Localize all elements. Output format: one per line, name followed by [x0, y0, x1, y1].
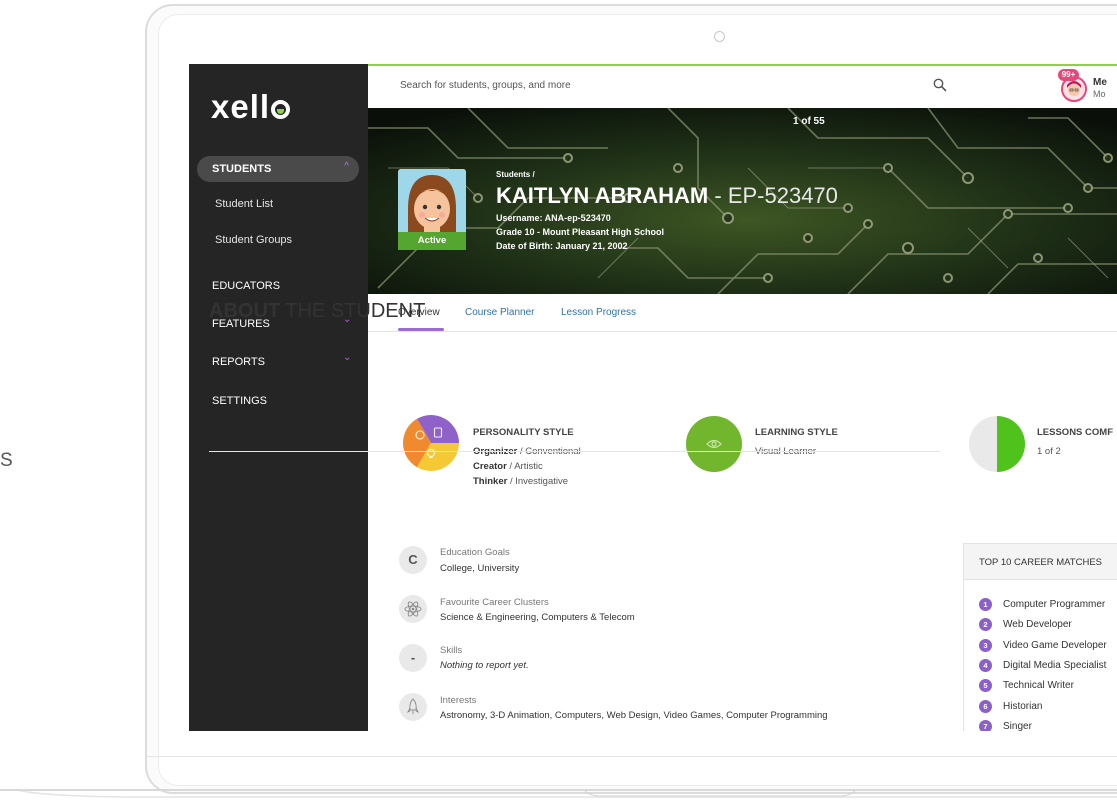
career-clusters-label: Favourite Career Clusters: [440, 597, 549, 608]
personality-style-title: PERSONALITY STYLE: [473, 427, 574, 438]
laptop-base: [0, 788, 1117, 798]
career-match-item[interactable]: Video Game Developer: [1003, 640, 1107, 651]
career-rank-badge: 3: [979, 638, 992, 652]
personality-line-3: Thinker / Investigative: [473, 476, 569, 487]
section-title-rest: THE STUDENT: [280, 300, 426, 322]
rocket-icon: [399, 693, 427, 721]
section-title-bold: ABOUT: [209, 300, 281, 322]
xello-logo[interactable]: xell: [211, 88, 291, 126]
sidebar-item-settings[interactable]: SETTINGS: [212, 395, 267, 407]
skills-label: Skills: [440, 645, 463, 656]
page-title: KAITLYN ABRAHAM - EP-523470: [496, 183, 838, 209]
laptop-chin-line: [146, 756, 1117, 757]
search-input[interactable]: [398, 79, 902, 92]
interests-label: Interests: [440, 695, 477, 706]
career-card-header: TOP 10 CAREER MATCHES: [964, 544, 1117, 580]
skills-value: Nothing to report yet.: [440, 660, 529, 671]
logo-o-icon: [271, 100, 291, 119]
career-rank-badge: 2: [979, 618, 992, 632]
career-matches-clip: TOP 10 CAREER MATCHES 1 Computer Programm…: [963, 543, 1117, 731]
breadcrumb[interactable]: Students /: [496, 170, 535, 179]
student-dob: Date of Birth: January 21, 2002: [496, 241, 628, 251]
student-username: Username: ANA-ep-523470: [496, 213, 611, 223]
career-rank-badge: 6: [979, 699, 992, 713]
user-subtitle: Mo: [1093, 89, 1106, 99]
sidebar-item-student-list[interactable]: Student List: [215, 198, 273, 210]
career-card-title: TOP 10 CAREER MATCHES: [979, 557, 1103, 568]
active-tab-indicator: [398, 328, 444, 331]
education-goals-icon: C: [399, 546, 427, 574]
career-match-item[interactable]: Web Developer: [1003, 619, 1072, 630]
progress-fill: [997, 416, 1025, 472]
tab-course-planner[interactable]: Course Planner: [465, 307, 534, 318]
tab-bar: Overview Course Planner Lesson Progress: [368, 294, 1117, 332]
career-matches-card: TOP 10 CAREER MATCHES 1 Computer Programm…: [963, 543, 1117, 731]
camera-icon: [714, 31, 725, 42]
logo-text: xell: [211, 88, 271, 125]
career-clusters-value: Science & Engineering, Computers & Telec…: [440, 612, 635, 623]
student-grade: Grade 10 - Mount Pleasant High School: [496, 227, 665, 237]
career-match-item[interactable]: Computer Programmer: [1003, 599, 1105, 610]
education-goals-value: College, University: [440, 563, 520, 574]
lessons-completed-value: 1 of 2: [1037, 446, 1061, 457]
personality-pie-chart: [403, 415, 459, 476]
student-pager[interactable]: 1 of 55: [793, 116, 825, 127]
notification-badge[interactable]: 99+: [1058, 69, 1079, 81]
career-rank-badge: 7: [979, 719, 992, 731]
learning-style-title: LEARNING STYLE: [755, 427, 838, 438]
student-name: KAITLYN ABRAHAM: [496, 183, 709, 208]
sidebar-item-educators[interactable]: EDUCATORS: [212, 280, 280, 292]
chevron-down-icon[interactable]: ⌄: [343, 352, 351, 363]
skills-icon: -: [399, 644, 427, 672]
career-match-item[interactable]: Digital Media Specialist: [1003, 660, 1106, 671]
sidebar-item-student-groups[interactable]: Student Groups: [215, 234, 292, 246]
section-divider: [209, 451, 940, 452]
career-match-item[interactable]: Historian: [1003, 701, 1042, 712]
career-match-item[interactable]: Singer: [1003, 721, 1032, 731]
top-bar: 99+ Me Mo: [368, 64, 1117, 108]
career-rank-badge: 4: [979, 658, 992, 672]
sidebar: xell STUDENTS ^ Student List Student Gro…: [189, 64, 368, 731]
tab-lesson-progress[interactable]: Lesson Progress: [561, 307, 636, 318]
interests-value: Astronomy, 3-D Animation, Computers, Web…: [440, 710, 828, 721]
sidebar-item-label: STUDENTS: [212, 163, 272, 175]
user-name[interactable]: Me: [1093, 77, 1107, 88]
career-match-item[interactable]: Technical Writer: [1003, 680, 1074, 691]
career-rank-badge: 1: [979, 598, 992, 611]
atom-icon: [399, 595, 427, 623]
sidebar-item-students[interactable]: STUDENTS ^: [197, 156, 359, 182]
student-id: - EP-523470: [708, 183, 838, 208]
sidebar-item-reports[interactable]: REPORTS: [212, 356, 265, 368]
career-rank-badge: 5: [979, 679, 992, 693]
section-title: ABOUT THE STUDENT: [209, 300, 425, 323]
student-banner: 1 of 55 Active Students / KAITLYN ABRAHA…: [368, 108, 1117, 294]
status-badge: Active: [398, 232, 466, 250]
background-letter: S: [0, 450, 13, 471]
education-goals-label: Education Goals: [440, 547, 510, 558]
search-icon[interactable]: [933, 78, 947, 97]
personality-line-2: Creator / Artistic: [473, 461, 543, 472]
chevron-up-icon: ^: [344, 161, 349, 172]
lessons-progress-chart: [968, 415, 1026, 478]
lessons-completed-title: LESSONS COMF: [1037, 427, 1114, 438]
learning-style-badge: [685, 415, 743, 478]
